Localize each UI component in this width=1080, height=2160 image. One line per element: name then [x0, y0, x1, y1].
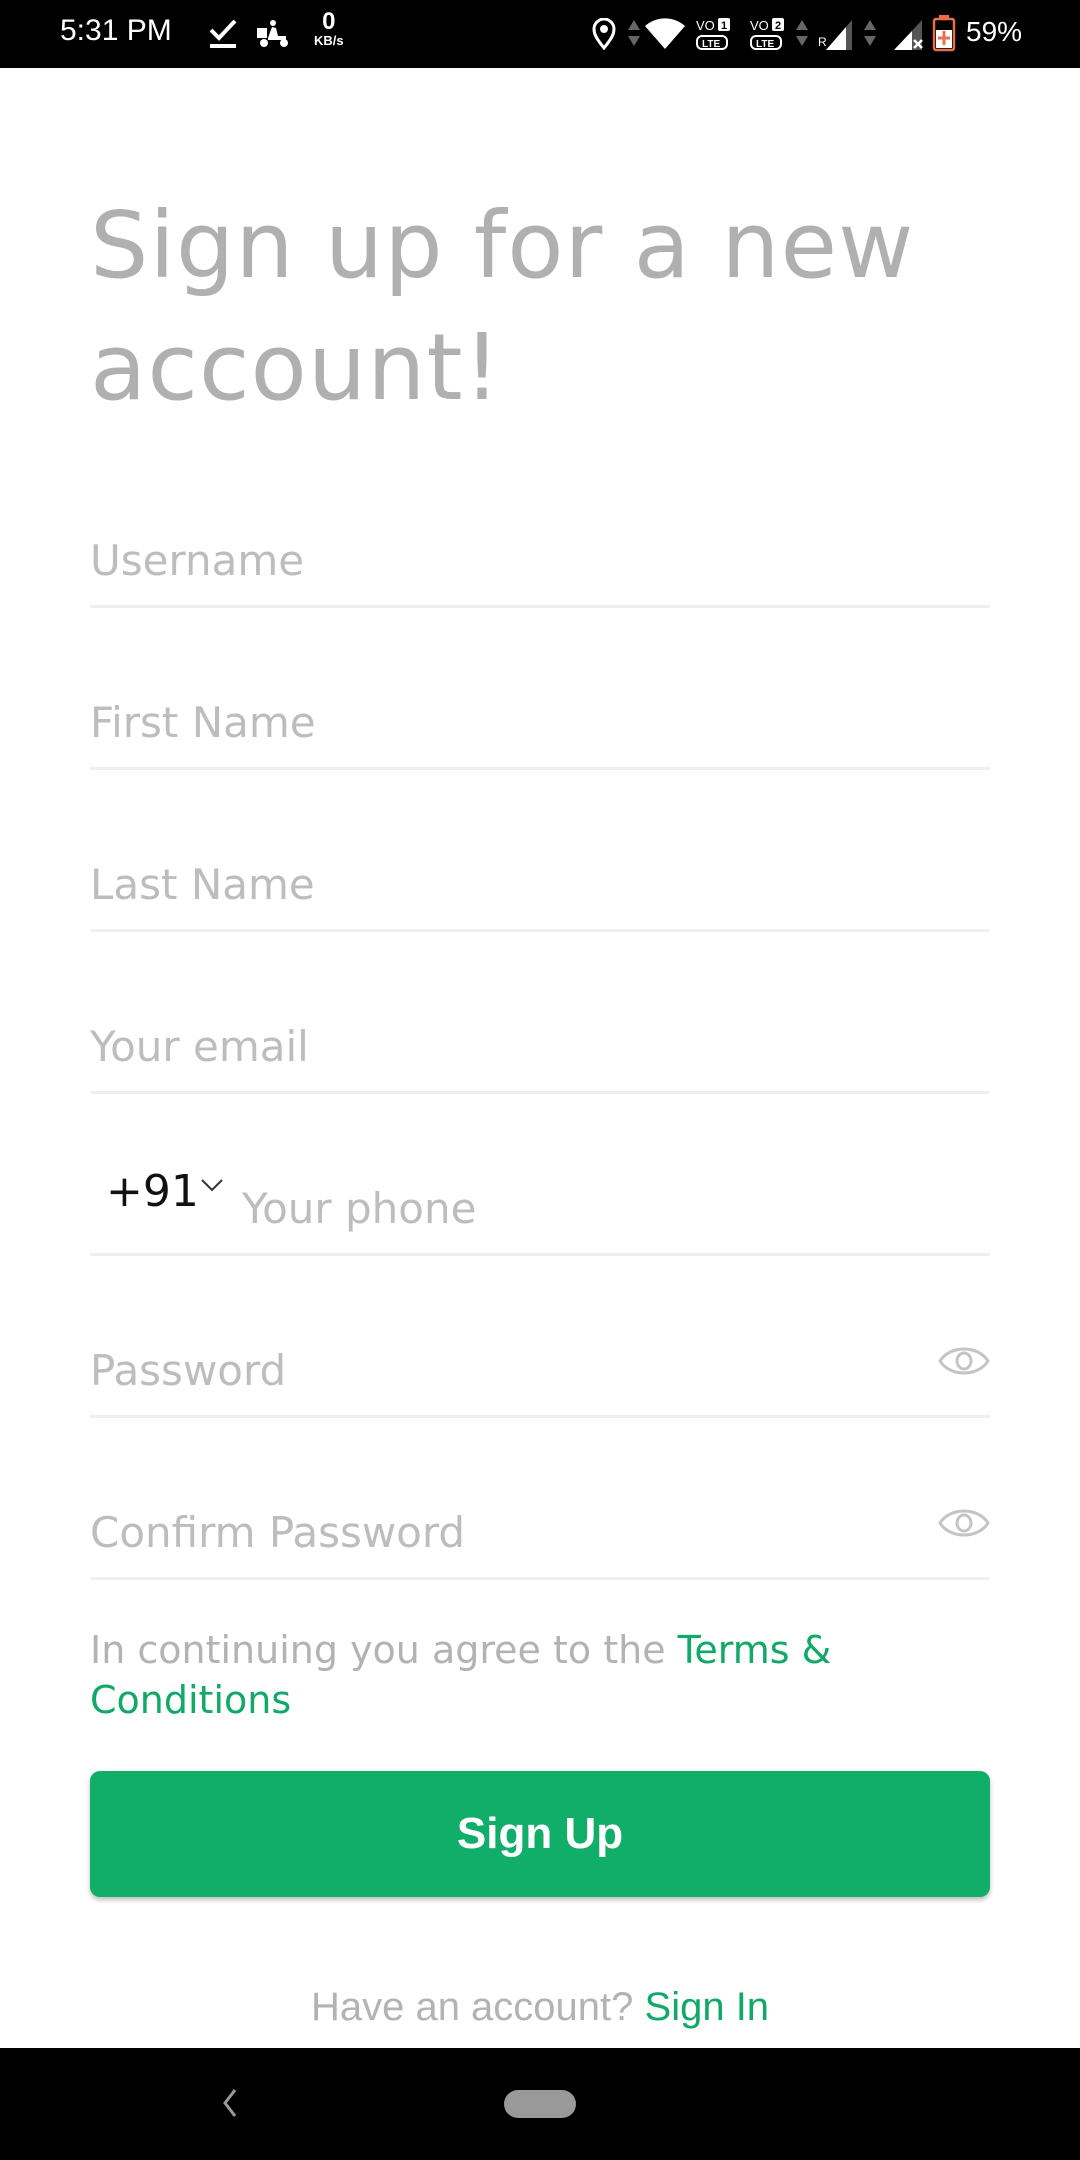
password-input[interactable] [90, 1346, 910, 1395]
home-pill-button[interactable] [504, 2090, 576, 2118]
svg-text:LTE: LTE [756, 39, 774, 50]
volte1-icon: VO 1 LTE [696, 18, 730, 50]
confirm-password-input[interactable] [90, 1508, 910, 1557]
first-name-input[interactable] [90, 698, 990, 747]
location-icon [592, 18, 616, 50]
chevron-down-icon[interactable] [200, 1177, 224, 1193]
password-field [90, 1285, 990, 1418]
sign-in-link[interactable]: Sign In [645, 1985, 770, 2029]
last-name-input[interactable] [90, 860, 990, 909]
net-speed: 0 KB/s [314, 8, 344, 48]
svg-text:VO: VO [750, 18, 769, 33]
back-icon[interactable] [222, 2088, 238, 2118]
last-name-field [90, 799, 990, 932]
svg-text:VO: VO [696, 18, 715, 33]
sign-in-prompt: Have an account? Sign In [0, 1985, 1080, 2030]
svg-text:1: 1 [721, 20, 727, 32]
country-code[interactable]: +91 [106, 1166, 199, 1217]
svg-text:LTE: LTE [702, 39, 720, 50]
delivery-scooter-icon [257, 20, 288, 47]
sign-in-prompt-text: Have an account? [310, 1985, 645, 2029]
battery-charging-icon [932, 15, 956, 52]
data-arrows-icon [628, 20, 640, 46]
svg-text:R: R [818, 35, 827, 49]
email-input[interactable] [90, 1022, 990, 1071]
status-bar: 5:31 PM 0 KB/s VO 1 LTE VO 2 LTE R 59% [0, 0, 1080, 68]
status-time: 5:31 PM [60, 14, 172, 47]
terms-notice: In continuing you agree to the Terms & C… [90, 1625, 990, 1725]
page-title: Sign up for a new account! [90, 192, 915, 421]
wifi-icon [645, 18, 685, 49]
sign-up-button[interactable]: Sign Up [90, 1771, 990, 1897]
eye-icon[interactable] [938, 1503, 990, 1543]
phone-input[interactable] [242, 1184, 982, 1233]
username-field [90, 475, 990, 608]
eye-icon[interactable] [938, 1341, 990, 1381]
signal-roaming-icon: R [818, 20, 852, 50]
data-arrows-icon [796, 20, 808, 46]
username-input[interactable] [90, 536, 990, 585]
data-arrows-icon [864, 20, 876, 46]
battery-percent: 59% [966, 16, 1023, 47]
terms-prefix: In continuing you agree to the [90, 1628, 678, 1672]
svg-text:2: 2 [775, 20, 781, 32]
signal-no-service-icon [894, 20, 923, 50]
navigation-bar [0, 2048, 1080, 2160]
email-field [90, 961, 990, 1094]
confirm-password-field [90, 1447, 990, 1580]
volte2-icon: VO 2 LTE [750, 18, 784, 50]
first-name-field [90, 637, 990, 770]
phone-field: +91 [90, 1123, 990, 1256]
download-done-icon [209, 19, 237, 48]
